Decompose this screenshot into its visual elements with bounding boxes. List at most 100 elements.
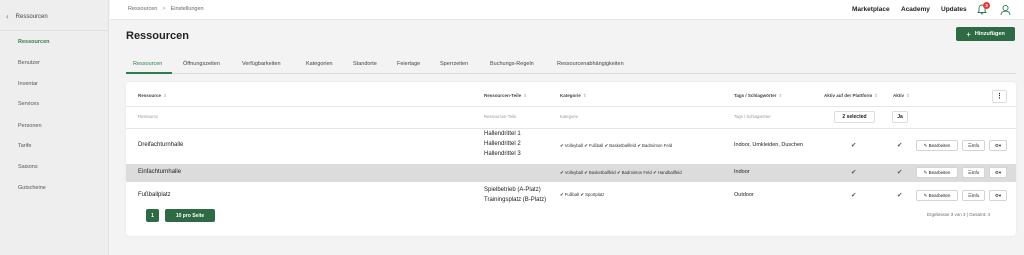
column-header-aktiv-plattform[interactable]: Aktiv auf der Plattform ⇕ <box>824 93 878 99</box>
gear-icon: ⚙▾ <box>994 192 1002 198</box>
row-settings-dropdown[interactable]: ⚙▾ <box>989 167 1007 178</box>
sidebar-divider <box>0 30 109 31</box>
sidebar-back-label: Ressourcen <box>15 13 48 20</box>
tab-kategorien[interactable]: Kategorien <box>306 61 333 67</box>
chevron-left-icon: ‹ <box>6 12 9 21</box>
info-button[interactable]: ☰ Info <box>962 167 985 178</box>
tab-verfuegbarkeiten[interactable]: Verfügbarkeiten <box>242 61 281 67</box>
edit-button-label: Bearbeiten <box>928 143 951 148</box>
row-2-name[interactable]: Einfachturnhalle <box>138 169 181 175</box>
page-button-1[interactable]: 1 <box>146 209 159 222</box>
tab-standorte[interactable]: Standorte <box>353 61 377 67</box>
column-header-label: Ressource <box>138 93 162 98</box>
check-icon: ✔ <box>851 192 857 199</box>
column-header-ressource[interactable]: Ressource ⇕ <box>138 93 167 99</box>
row-1-part-1: Hallendrittel 1 <box>484 131 521 137</box>
row-1-name[interactable]: Dreifachturnhalle <box>138 142 183 148</box>
sidebar: ‹ Ressourcen Ressourcen Benutzer Inventa… <box>0 0 109 255</box>
sidebar-item-personen[interactable]: Personen <box>18 123 42 129</box>
edit-button[interactable]: ✎ Bearbeiten <box>916 140 958 151</box>
check-icon: ✔ <box>851 169 857 176</box>
tab-sperrzeiten[interactable]: Sperrzeiten <box>440 61 468 67</box>
breadcrumb: Ressourcen > Einstellungen <box>128 6 204 12</box>
row-2-tags: Indoor <box>734 169 750 175</box>
column-header-tags[interactable]: Tags / Schlagwörter ⇕ <box>734 93 782 99</box>
column-header-kategorie[interactable]: Kategorie ⇕ <box>560 93 587 99</box>
sort-icon: ⇕ <box>163 93 167 98</box>
row-1-part-2: Hallendrittel 2 <box>484 141 521 147</box>
active-tab-indicator <box>126 72 172 74</box>
topbar: Ressourcen > Einstellungen Marketplace Aca… <box>110 0 1024 20</box>
sidebar-item-gutscheine[interactable]: Gutscheine <box>18 185 46 191</box>
sidebar-back-button[interactable]: ‹ Ressourcen <box>6 12 48 21</box>
add-button[interactable]: + Hinzufügen <box>956 27 1015 41</box>
row-settings-dropdown[interactable]: ⚙▾ <box>989 140 1007 151</box>
edit-button-label: Bearbeiten <box>928 170 951 175</box>
sidebar-item-tarife[interactable]: Tarife <box>18 143 31 149</box>
user-icon[interactable] <box>1000 4 1011 16</box>
sort-icon: ⇕ <box>523 93 527 98</box>
edit-button[interactable]: ✎ Bearbeiten <box>916 190 958 201</box>
filter-tags-input[interactable]: Tags / Schlagwörter <box>734 114 771 119</box>
info-button-label: Info <box>971 170 980 175</box>
divider <box>126 128 1016 129</box>
row-1-categories: ✔ Volleyball ✔ Fußball ✔ Basketballfeld … <box>560 143 673 148</box>
check-icon: ✔ <box>897 142 903 149</box>
filter-platform-select[interactable]: 2 selected <box>834 111 875 123</box>
filter-active-select[interactable]: Ja <box>892 111 908 123</box>
sidebar-item-saisons[interactable]: Saisons <box>18 164 38 170</box>
filter-kategorie-input[interactable]: Kategorie <box>560 114 578 119</box>
page-title: Ressourcen <box>126 30 189 42</box>
check-icon: ✔ <box>897 169 903 176</box>
row-3-part-1: Spielbetrieb (A-Platz) <box>484 187 541 193</box>
gear-icon: ⚙▾ <box>994 169 1002 175</box>
sidebar-item-benutzer[interactable]: Benutzer <box>18 60 40 66</box>
row-3-part-2: Trainingsplatz (B-Platz) <box>484 197 547 203</box>
nav-marketplace[interactable]: Marketplace <box>852 6 890 13</box>
row-3-tags: Outdoor <box>734 192 754 198</box>
info-button[interactable]: ☰ Info <box>962 190 985 201</box>
per-page-select[interactable]: 10 pro Seite <box>165 209 215 222</box>
notification-badge: 3 <box>983 2 990 9</box>
sort-icon: ⇕ <box>582 93 587 98</box>
tab-buchungs-regeln[interactable]: Buchungs-Regeln <box>490 61 534 67</box>
add-button-label: Hinzufügen <box>974 31 1005 37</box>
row-3-name[interactable]: Fußballplatz <box>138 192 171 198</box>
sort-icon: ⇕ <box>874 93 879 98</box>
nav-academy[interactable]: Academy <box>901 6 930 13</box>
tab-bar: Ressourcen Öffnungszeiten Verfügbarkeite… <box>126 56 1016 74</box>
row-2-categories: ✔ Volleyball ✔ Basketballfeld ✔ Badminto… <box>560 170 682 175</box>
row-3-categories: ✔ Fußball ✔ Sportplatz <box>560 192 605 197</box>
tab-oeffnungszeiten[interactable]: Öffnungszeiten <box>183 61 220 67</box>
row-1-part-3: Hallendrittel 3 <box>484 151 521 157</box>
table-options-menu-button[interactable]: ⋮ <box>992 90 1007 103</box>
sort-icon: ⇕ <box>778 93 783 98</box>
breadcrumb-separator: > <box>162 6 166 12</box>
edit-button[interactable]: ✎ Bearbeiten <box>916 167 958 178</box>
results-summary: Ergebnisse 3 von 3 | Gesamt: 4 <box>927 212 990 217</box>
sidebar-item-services[interactable]: Services <box>18 101 39 107</box>
tab-ressourcenabhaengigkeiten[interactable]: Ressourcenabhängigkeiten <box>557 61 624 67</box>
plus-icon: + <box>966 29 971 39</box>
sidebar-item-inventar[interactable]: Inventar <box>18 81 38 87</box>
divider <box>126 106 1016 107</box>
filter-ressource-input[interactable]: Ressource <box>138 114 158 119</box>
column-header-aktiv[interactable]: Aktiv ⇕ <box>893 93 910 99</box>
filter-ressourcen-teile-input[interactable]: Ressourcen-Teile <box>484 114 516 119</box>
gear-icon: ⚙▾ <box>994 142 1002 148</box>
column-header-label: Aktiv auf der Plattform <box>824 93 873 98</box>
info-button[interactable]: ☰ Info <box>962 140 985 151</box>
breadcrumb-item-ressourcen[interactable]: Ressourcen <box>128 6 157 12</box>
info-button-label: Info <box>971 193 980 198</box>
column-header-label: Kategorie <box>560 93 581 98</box>
check-icon: ✔ <box>897 192 903 199</box>
check-icon: ✔ <box>851 142 857 149</box>
row-settings-dropdown[interactable]: ⚙▾ <box>989 190 1007 201</box>
tab-feiertage[interactable]: Feiertage <box>397 61 420 67</box>
breadcrumb-item-einstellungen: Einstellungen <box>170 6 204 12</box>
nav-updates[interactable]: Updates <box>941 6 967 13</box>
tab-ressourcen[interactable]: Ressourcen <box>133 61 162 67</box>
info-button-label: Info <box>971 143 980 148</box>
column-header-ressourcen-teile[interactable]: Ressourcen-Teile ⇕ <box>484 93 527 99</box>
sidebar-item-ressourcen[interactable]: Ressourcen <box>18 39 50 45</box>
